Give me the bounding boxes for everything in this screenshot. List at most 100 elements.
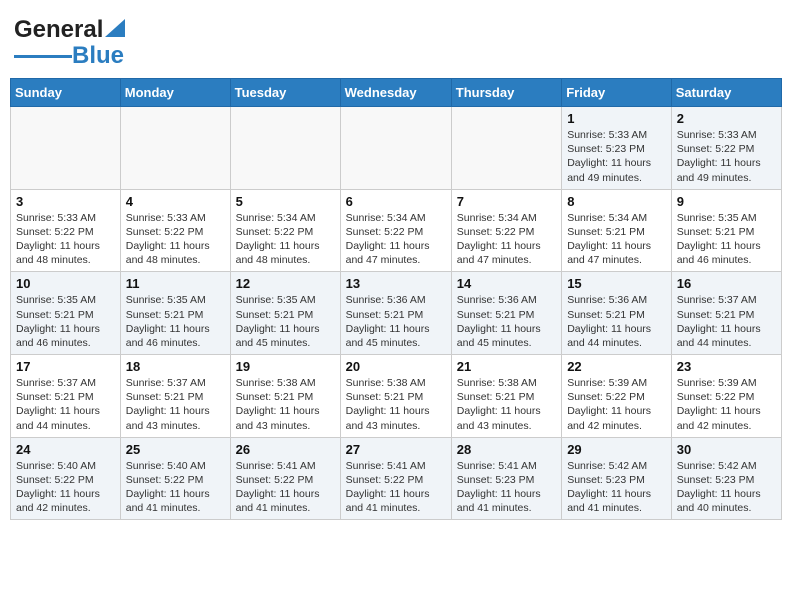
day-info: Sunset: 5:21 PM — [16, 390, 115, 404]
logo-arrow-icon — [105, 19, 125, 37]
calendar-cell: 5Sunrise: 5:34 AMSunset: 5:22 PMDaylight… — [230, 189, 340, 272]
day-info: Sunrise: 5:37 AM — [677, 293, 776, 307]
day-info: Sunrise: 5:40 AM — [126, 459, 225, 473]
calendar-cell — [11, 107, 121, 190]
calendar-cell: 29Sunrise: 5:42 AMSunset: 5:23 PMDayligh… — [562, 437, 672, 520]
day-info: Sunrise: 5:33 AM — [126, 211, 225, 225]
calendar-cell: 8Sunrise: 5:34 AMSunset: 5:21 PMDaylight… — [562, 189, 672, 272]
day-number: 13 — [346, 276, 446, 291]
calendar-table: SundayMondayTuesdayWednesdayThursdayFrid… — [10, 78, 782, 520]
day-info: Daylight: 11 hours and 44 minutes. — [16, 404, 115, 432]
calendar-cell: 11Sunrise: 5:35 AMSunset: 5:21 PMDayligh… — [120, 272, 230, 355]
day-info: Sunset: 5:21 PM — [567, 308, 666, 322]
calendar-cell: 7Sunrise: 5:34 AMSunset: 5:22 PMDaylight… — [451, 189, 561, 272]
day-number: 19 — [236, 359, 335, 374]
day-info: Daylight: 11 hours and 43 minutes. — [457, 404, 556, 432]
calendar-cell: 1 Sunrise: 5:33 AMSunset: 5:23 PMDaylight… — [562, 107, 672, 190]
day-info: Sunset: 5:22 PM — [677, 142, 776, 156]
calendar-cell: 28Sunrise: 5:41 AMSunset: 5:23 PMDayligh… — [451, 437, 561, 520]
day-info: Sunset: 5:21 PM — [126, 390, 225, 404]
day-number: 4 — [126, 194, 225, 209]
day-info: Sunset: 5:21 PM — [457, 390, 556, 404]
calendar-cell: 3Sunrise: 5:33 AMSunset: 5:22 PMDaylight… — [11, 189, 121, 272]
calendar-cell: 26Sunrise: 5:41 AMSunset: 5:22 PMDayligh… — [230, 437, 340, 520]
day-info: Sunset: 5:21 PM — [457, 308, 556, 322]
day-number: 26 — [236, 442, 335, 457]
day-info: Daylight: 11 hours and 43 minutes. — [126, 404, 225, 432]
day-info: Sunrise: 5:34 AM — [346, 211, 446, 225]
day-info: Sunrise: 5:36 AM — [567, 293, 666, 307]
calendar-cell — [451, 107, 561, 190]
weekday-header-sunday: Sunday — [11, 79, 121, 107]
day-info: Sunset: 5:21 PM — [346, 390, 446, 404]
day-info: Sunrise: 5:42 AM — [567, 459, 666, 473]
day-info: Sunrise: 5:41 AM — [236, 459, 335, 473]
day-info: Daylight: 11 hours and 45 minutes. — [346, 322, 446, 350]
calendar-cell: 12Sunrise: 5:35 AMSunset: 5:21 PMDayligh… — [230, 272, 340, 355]
calendar-cell: 10Sunrise: 5:35 AMSunset: 5:21 PMDayligh… — [11, 272, 121, 355]
day-info: Sunrise: 5:36 AM — [457, 293, 556, 307]
calendar-week-row: 3Sunrise: 5:33 AMSunset: 5:22 PMDaylight… — [11, 189, 782, 272]
day-number: 30 — [677, 442, 776, 457]
calendar-week-row: 24Sunrise: 5:40 AMSunset: 5:22 PMDayligh… — [11, 437, 782, 520]
day-info: Sunset: 5:22 PM — [346, 225, 446, 239]
calendar-cell: 18 Sunrise: 5:37 AMSunset: 5:21 PMDayligh… — [120, 355, 230, 438]
day-info: Sunset: 5:23 PM — [677, 473, 776, 487]
day-info: Sunrise: 5:38 AM — [457, 376, 556, 390]
day-number: 10 — [16, 276, 115, 291]
weekday-header-saturday: Saturday — [671, 79, 781, 107]
calendar-week-row: 1 Sunrise: 5:33 AMSunset: 5:23 PMDaylight… — [11, 107, 782, 190]
calendar-cell — [120, 107, 230, 190]
day-info: Sunrise: 5:39 AM — [567, 376, 666, 390]
day-number: 5 — [236, 194, 335, 209]
day-number: 8 — [567, 194, 666, 209]
day-info: Sunrise: 5:39 AM — [677, 376, 776, 390]
calendar-cell: 6 Sunrise: 5:34 AMSunset: 5:22 PMDaylight… — [340, 189, 451, 272]
day-info: Sunset: 5:21 PM — [567, 225, 666, 239]
day-info: Sunrise: 5:35 AM — [126, 293, 225, 307]
day-info: Daylight: 11 hours and 46 minutes. — [16, 322, 115, 350]
day-number: 28 — [457, 442, 556, 457]
day-info: Daylight: 11 hours and 47 minutes. — [457, 239, 556, 267]
day-info: Daylight: 11 hours and 48 minutes. — [126, 239, 225, 267]
day-info: Sunrise: 5:41 AM — [346, 459, 446, 473]
day-number: 18 — [126, 359, 225, 374]
day-number: 23 — [677, 359, 776, 374]
day-number: 6 — [346, 194, 446, 209]
day-number: 2 — [677, 111, 776, 126]
day-info: Sunrise: 5:34 AM — [236, 211, 335, 225]
day-info: Sunset: 5:22 PM — [236, 473, 335, 487]
day-info: Sunrise: 5:38 AM — [236, 376, 335, 390]
day-info: Sunrise: 5:36 AM — [346, 293, 446, 307]
calendar-cell: 24Sunrise: 5:40 AMSunset: 5:22 PMDayligh… — [11, 437, 121, 520]
day-number: 9 — [677, 194, 776, 209]
day-info: Daylight: 11 hours and 43 minutes. — [236, 404, 335, 432]
day-info: Daylight: 11 hours and 48 minutes. — [16, 239, 115, 267]
day-number: 1 — [567, 111, 666, 126]
day-info: Sunset: 5:22 PM — [457, 225, 556, 239]
day-info: Daylight: 11 hours and 45 minutes. — [236, 322, 335, 350]
day-info: Daylight: 11 hours and 47 minutes. — [346, 239, 446, 267]
day-info: Daylight: 11 hours and 49 minutes. — [567, 156, 666, 184]
day-info: Sunset: 5:22 PM — [16, 225, 115, 239]
day-info: Sunset: 5:22 PM — [126, 473, 225, 487]
day-info: Sunrise: 5:37 AM — [126, 376, 225, 390]
day-info: Sunrise: 5:41 AM — [457, 459, 556, 473]
day-info: Daylight: 11 hours and 46 minutes. — [677, 239, 776, 267]
day-number: 14 — [457, 276, 556, 291]
day-number: 17 — [16, 359, 115, 374]
calendar-cell: 30Sunrise: 5:42 AMSunset: 5:23 PMDayligh… — [671, 437, 781, 520]
day-info: Sunset: 5:23 PM — [567, 142, 666, 156]
day-number: 21 — [457, 359, 556, 374]
calendar-cell: 19Sunrise: 5:38 AMSunset: 5:21 PMDayligh… — [230, 355, 340, 438]
day-info: Sunset: 5:21 PM — [677, 308, 776, 322]
calendar-cell: 17Sunrise: 5:37 AMSunset: 5:21 PMDayligh… — [11, 355, 121, 438]
day-info: Sunrise: 5:33 AM — [567, 128, 666, 142]
day-info: Sunset: 5:22 PM — [346, 473, 446, 487]
day-info: Daylight: 11 hours and 41 minutes. — [126, 487, 225, 515]
day-info: Daylight: 11 hours and 40 minutes. — [677, 487, 776, 515]
day-number: 15 — [567, 276, 666, 291]
day-info: Sunset: 5:22 PM — [567, 390, 666, 404]
calendar-cell: 9Sunrise: 5:35 AMSunset: 5:21 PMDaylight… — [671, 189, 781, 272]
day-info: Daylight: 11 hours and 42 minutes. — [16, 487, 115, 515]
